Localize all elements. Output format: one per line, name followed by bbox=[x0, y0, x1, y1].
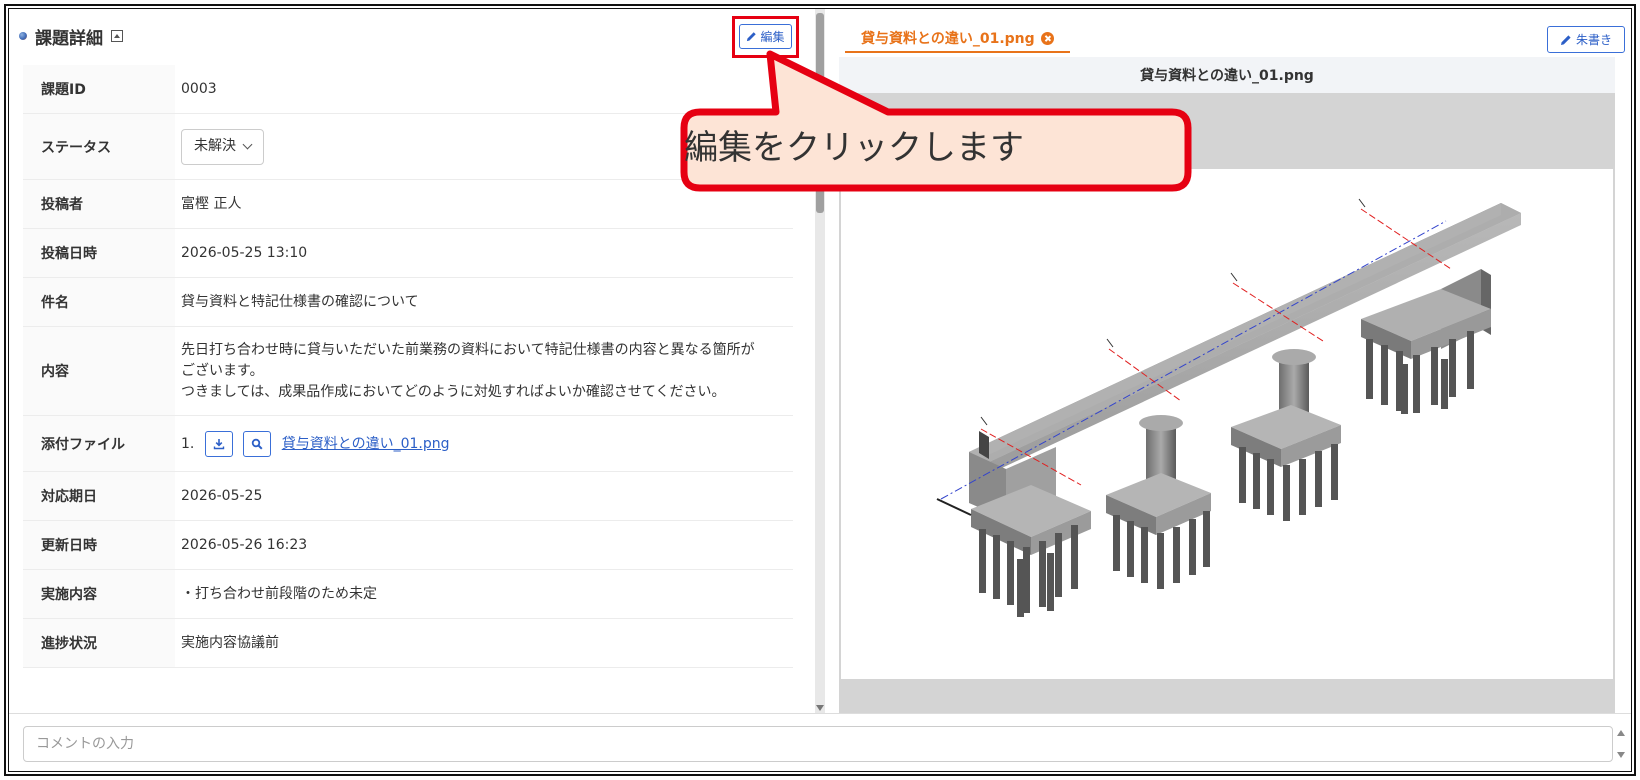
chevron-down-icon bbox=[242, 139, 253, 150]
poster-value: 富樫 正人 bbox=[181, 195, 242, 212]
tab-attachment[interactable]: 貸与資料との違い_01.png bbox=[845, 25, 1070, 53]
screenshot-frame: 課題詳細 編集 課題ID 0003 ステータス 未解決 投稿者 富樫 正人 投稿… bbox=[4, 4, 1636, 776]
pencil-icon bbox=[747, 32, 757, 42]
panel-title: 課題詳細 bbox=[35, 28, 103, 49]
viewer-image-title: 貸与資料との違い_01.png bbox=[839, 57, 1615, 93]
table-row: 実施内容 ・打ち合わせ前段階のため未定 bbox=[23, 570, 793, 619]
redpen-button-label: 朱書き bbox=[1575, 33, 1612, 47]
row-label: 投稿者 bbox=[23, 180, 175, 228]
row-label: 内容 bbox=[23, 327, 175, 415]
status-select-value: 未解決 bbox=[194, 138, 236, 154]
issue-detail-panel: 課題詳細 編集 課題ID 0003 ステータス 未解決 投稿者 富樫 正人 投稿… bbox=[9, 9, 809, 713]
table-row: 更新日時 2026-05-26 16:23 bbox=[23, 521, 793, 570]
table-row: 添付ファイル 1. 貸与資料との違い_01.png bbox=[23, 416, 793, 472]
posted-datetime-value: 2026-05-25 13:10 bbox=[181, 244, 308, 261]
edit-button-label: 編集 bbox=[760, 30, 785, 44]
scroll-down-arrow-icon[interactable] bbox=[1617, 752, 1625, 758]
download-button[interactable] bbox=[204, 430, 233, 457]
table-row: 件名 貸与資料と特記仕様書の確認について bbox=[23, 278, 793, 327]
image-viewer: 貸与資料との違い_01.png bbox=[839, 57, 1615, 713]
row-label: 件名 bbox=[23, 278, 175, 326]
issue-id-value: 0003 bbox=[181, 80, 217, 97]
table-row: ステータス 未解決 bbox=[23, 114, 793, 180]
left-panel-scrollbar[interactable] bbox=[815, 9, 825, 713]
content-line: 先日打ち合わせ時に貸与いただいた前業務の資料において特記仕様書の内容と異なる箇所… bbox=[181, 341, 755, 358]
row-label: 添付ファイル bbox=[23, 416, 175, 471]
action-content-value: ・打ち合わせ前段階のため未定 bbox=[181, 585, 377, 602]
detail-table: 課題ID 0003 ステータス 未解決 投稿者 富樫 正人 投稿日時 2026-… bbox=[23, 65, 793, 713]
row-label: 更新日時 bbox=[23, 521, 175, 569]
panel-header: 課題詳細 bbox=[19, 21, 123, 51]
edit-button[interactable]: 編集 bbox=[739, 24, 792, 49]
progress-status-value: 実施内容協議前 bbox=[181, 634, 279, 651]
row-label: 対応期日 bbox=[23, 472, 175, 520]
bridge-model-image bbox=[841, 169, 1613, 679]
row-label: 課題ID bbox=[23, 65, 175, 113]
magnifier-icon bbox=[252, 438, 263, 450]
content-line: ございます。 bbox=[181, 362, 264, 379]
download-icon bbox=[213, 438, 225, 449]
content-value: 先日打ち合わせ時に貸与いただいた前業務の資料において特記仕様書の内容と異なる箇所… bbox=[175, 340, 793, 403]
collapse-icon[interactable] bbox=[111, 30, 123, 42]
file-viewer-panel: 貸与資料との違い_01.png 朱書き 貸与資料との違い_01.png bbox=[839, 9, 1631, 713]
edit-button-highlight: 編集 bbox=[732, 16, 799, 58]
content-line: つきましては、成果品作成においてどのように対処すればよいか確認させてください。 bbox=[181, 383, 726, 400]
table-row: 対応期日 2026-05-25 bbox=[23, 472, 793, 521]
scrollbar-thumb[interactable] bbox=[816, 13, 824, 213]
table-row: 進捗状況 実施内容協議前 bbox=[23, 619, 793, 668]
table-row: 内容 先日打ち合わせ時に貸与いただいた前業務の資料において特記仕様書の内容と異な… bbox=[23, 327, 793, 416]
table-row: 課題ID 0003 bbox=[23, 65, 793, 114]
table-row: 投稿者 富樫 正人 bbox=[23, 180, 793, 229]
attachment-index: 1. bbox=[181, 435, 195, 452]
row-label: 実施内容 bbox=[23, 570, 175, 618]
app-window: 課題詳細 編集 課題ID 0003 ステータス 未解決 投稿者 富樫 正人 投稿… bbox=[8, 8, 1632, 772]
row-label: 投稿日時 bbox=[23, 229, 175, 277]
comment-input[interactable] bbox=[23, 726, 1613, 762]
status-select[interactable]: 未解決 bbox=[181, 128, 264, 165]
table-row: 投稿日時 2026-05-25 13:10 bbox=[23, 229, 793, 278]
row-label: 進捗状況 bbox=[23, 619, 175, 667]
bridge-3d-illustration bbox=[936, 198, 1521, 617]
subject-value: 貸与資料と特記仕様書の確認について bbox=[181, 293, 419, 310]
scroll-down-arrow-icon[interactable] bbox=[816, 705, 824, 711]
attachment-file-link[interactable]: 貸与資料との違い_01.png bbox=[282, 436, 450, 452]
tab-label: 貸与資料との違い_01.png bbox=[861, 31, 1035, 47]
due-date-value: 2026-05-25 bbox=[181, 487, 263, 504]
preview-button[interactable] bbox=[243, 430, 272, 457]
row-label: ステータス bbox=[23, 114, 175, 179]
scroll-up-arrow-icon[interactable] bbox=[1617, 730, 1625, 736]
status-dot-icon bbox=[19, 32, 27, 40]
attachment-value: 1. 貸与資料との違い_01.png bbox=[175, 430, 793, 457]
redpen-button[interactable]: 朱書き bbox=[1547, 26, 1625, 53]
updated-datetime-value: 2026-05-26 16:23 bbox=[181, 536, 308, 553]
comment-scrollbar[interactable] bbox=[1616, 728, 1626, 760]
close-icon[interactable] bbox=[1040, 31, 1054, 45]
comment-area bbox=[9, 713, 1631, 771]
pencil-icon bbox=[1560, 34, 1571, 45]
